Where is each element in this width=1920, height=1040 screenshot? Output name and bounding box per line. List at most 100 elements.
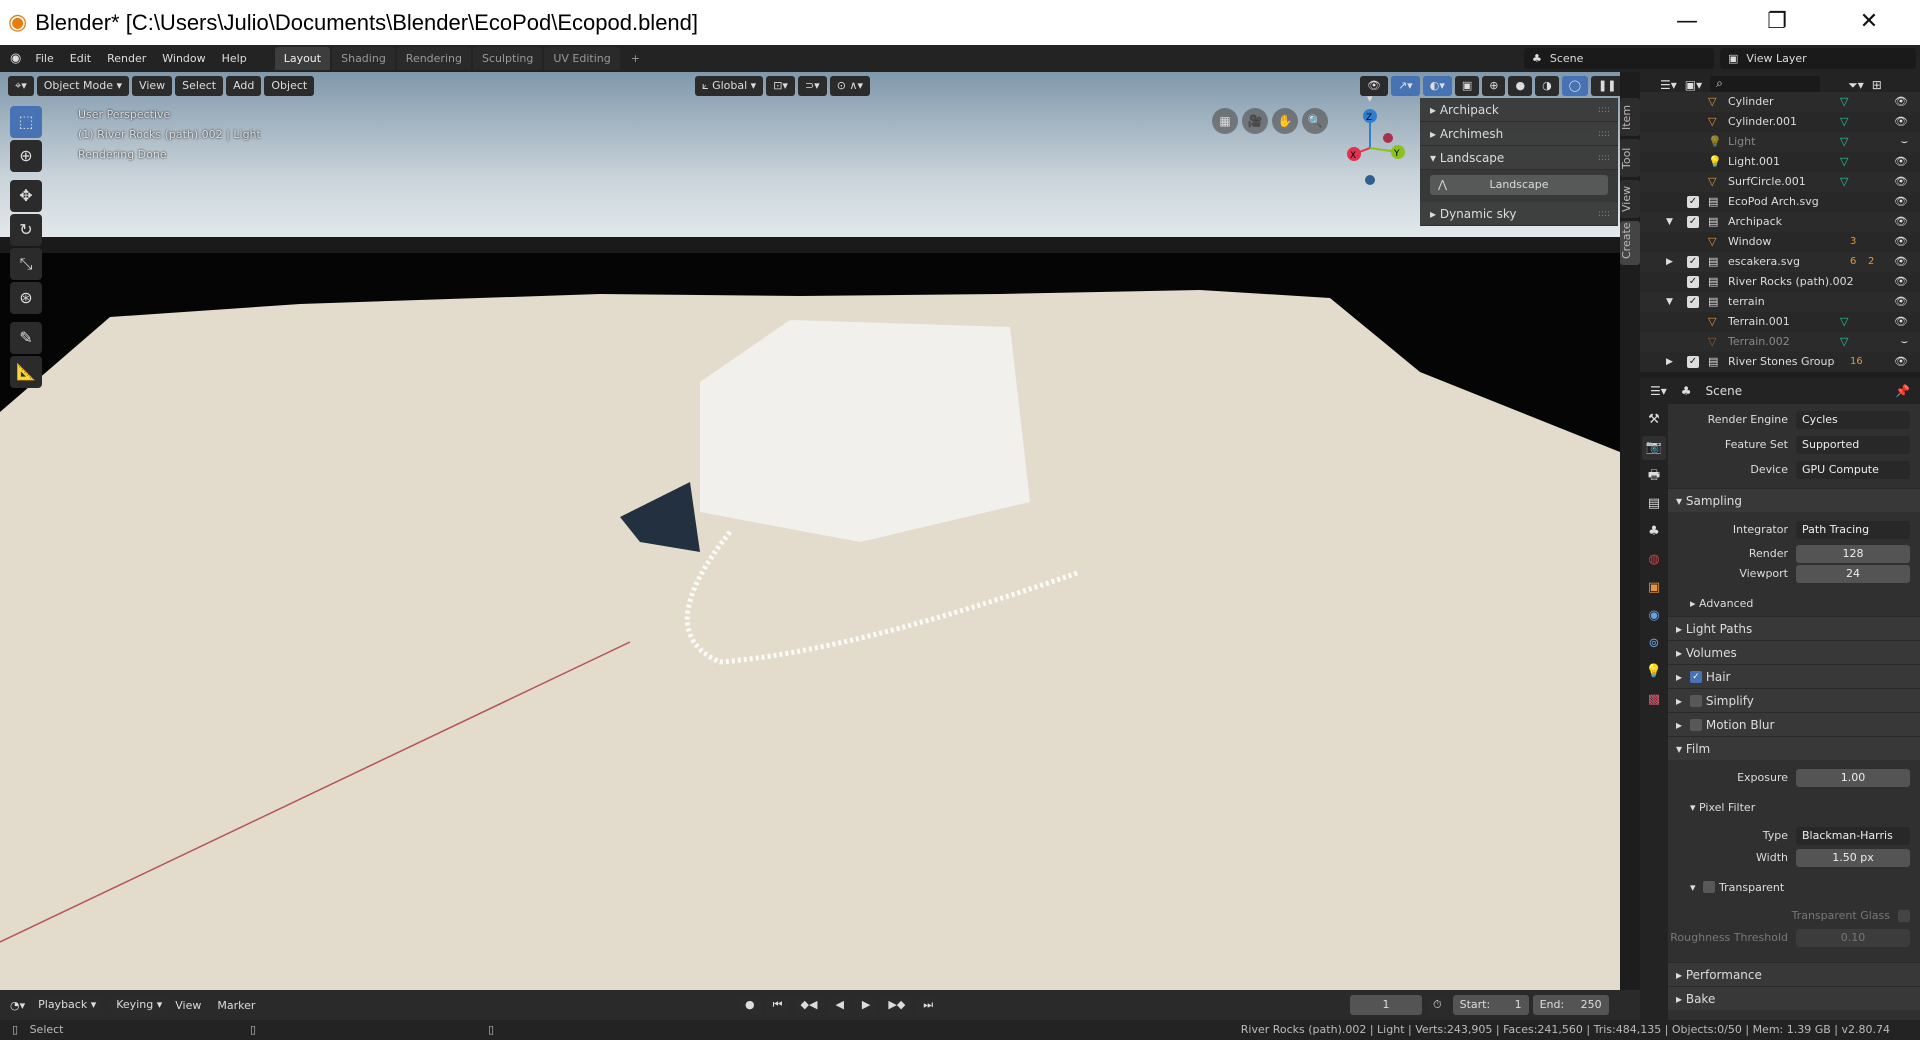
output-tab-icon[interactable]: 🖶 xyxy=(1642,464,1666,488)
mode-selector[interactable]: Object Mode ▾ xyxy=(36,76,130,96)
overlay-toggle-button[interactable]: ◐▾ xyxy=(1422,76,1452,96)
timeline-view-menu[interactable]: View xyxy=(175,999,201,1012)
tab-rendering[interactable]: Rendering xyxy=(396,47,471,70)
annotate-tool-icon[interactable]: ✎ xyxy=(10,322,42,354)
exclude-checkbox[interactable]: ✓ xyxy=(1687,296,1699,308)
tab-view[interactable]: View xyxy=(1620,180,1640,218)
next-keyframe-button[interactable]: ▶◆ xyxy=(881,995,913,1015)
pause-render-button[interactable]: ❚❚ xyxy=(1591,76,1620,96)
eye-icon[interactable]: 👁 xyxy=(1894,152,1908,172)
tab-layout[interactable]: Layout xyxy=(274,47,331,70)
record-button[interactable]: ● xyxy=(738,995,762,1015)
move-tool-icon[interactable]: ✥ xyxy=(10,180,42,212)
measure-tool-icon[interactable]: 📐 xyxy=(10,356,42,388)
exclude-checkbox[interactable]: ✓ xyxy=(1687,196,1699,208)
object-tab-icon[interactable]: ▣ xyxy=(1642,576,1666,600)
eye-icon[interactable]: 👁 xyxy=(1894,272,1908,292)
constraints-tab-icon[interactable]: ⊚ xyxy=(1642,632,1666,656)
world-tab-icon[interactable]: ◍ xyxy=(1642,548,1666,572)
exclude-checkbox[interactable]: ✓ xyxy=(1687,216,1699,228)
shading-material-button[interactable]: ◑ xyxy=(1535,76,1559,96)
jump-start-button[interactable]: ⏮ xyxy=(765,995,790,1015)
outliner-row[interactable]: ▶ ✓ ▤ escakera.svg 6 2 👁 xyxy=(1640,252,1920,272)
motion-blur-checkbox[interactable] xyxy=(1689,718,1702,731)
panel-archipack[interactable]: ▸ Archipack:::: xyxy=(1420,98,1618,122)
bake-panel-header[interactable]: ▸ Bake xyxy=(1668,986,1920,1010)
navigation-gizmo[interactable]: Z Y X xyxy=(1330,108,1410,188)
pin-icon[interactable]: 📌 xyxy=(1895,384,1910,398)
transform-tool-icon[interactable]: ⊛ xyxy=(10,282,42,314)
jump-end-button[interactable]: ⏭ xyxy=(916,995,941,1015)
zoom-view-icon[interactable]: 🔍 xyxy=(1302,108,1328,134)
hidden-icon[interactable]: ⌣ xyxy=(1901,132,1908,152)
eye-icon[interactable]: 👁 xyxy=(1894,172,1908,192)
tab-shading[interactable]: Shading xyxy=(332,47,395,70)
eye-icon[interactable]: 👁 xyxy=(1894,352,1908,372)
eye-icon[interactable]: 👁 xyxy=(1894,92,1908,112)
select-box-tool-icon[interactable]: ⬚ xyxy=(10,106,42,138)
exclude-checkbox[interactable]: ✓ xyxy=(1687,276,1699,288)
proportional-editing-button[interactable]: ⊙ ∧▾ xyxy=(829,76,871,96)
expand-right-icon[interactable]: ▶ xyxy=(1666,352,1673,372)
tab-create[interactable]: Create xyxy=(1620,221,1640,265)
outliner-row[interactable]: ▼ ✓ ▤ terrain 👁 xyxy=(1640,292,1920,312)
render-engine-dropdown[interactable]: Cycles xyxy=(1796,411,1910,429)
xray-button[interactable]: ▣ xyxy=(1454,76,1480,96)
outliner-row[interactable]: 💡 Light ▽ ⌣ xyxy=(1640,132,1920,152)
outliner-row[interactable]: ▶ ✓ ▤ River Stones Group 16 👁 xyxy=(1640,352,1920,372)
object-data-tab-icon[interactable]: 💡 xyxy=(1642,660,1666,684)
editor-type-button[interactable]: ⌖▾ xyxy=(8,76,34,96)
maximize-button[interactable]: ❐ xyxy=(1754,6,1800,38)
tab-sculpting[interactable]: Sculpting xyxy=(472,47,543,70)
3d-viewport[interactable]: ⌖▾ Object Mode ▾ View Select Add Object … xyxy=(0,72,1620,990)
play-button[interactable]: ▶ xyxy=(854,995,878,1015)
device-dropdown[interactable]: GPU Compute xyxy=(1796,461,1910,479)
expand-down-icon[interactable]: ▼ xyxy=(1666,292,1673,312)
render-samples-field[interactable]: 128 xyxy=(1796,545,1910,563)
menu-render[interactable]: Render xyxy=(99,52,154,65)
pan-view-icon[interactable]: ✋ xyxy=(1272,108,1298,134)
outliner-row[interactable]: ▽ Terrain.001 ▽ 👁 xyxy=(1640,312,1920,332)
current-frame-field[interactable]: 1 xyxy=(1350,995,1422,1015)
menu-edit[interactable]: Edit xyxy=(62,52,99,65)
simplify-panel-header[interactable]: ▸ Simplify xyxy=(1668,688,1920,712)
minimize-button[interactable]: — xyxy=(1664,6,1710,38)
feature-set-dropdown[interactable]: Supported xyxy=(1796,436,1910,454)
eye-icon[interactable]: 👁 xyxy=(1894,192,1908,212)
scale-tool-icon[interactable]: ⤡ xyxy=(10,248,42,280)
prev-keyframe-button[interactable]: ◆◀ xyxy=(793,995,825,1015)
menu-file[interactable]: File xyxy=(27,52,61,65)
visibility-button[interactable]: 👁▾ xyxy=(1360,76,1388,105)
shading-wireframe-button[interactable]: ⊕ xyxy=(1482,76,1506,96)
outliner-row[interactable]: ▽ Window 3 👁 xyxy=(1640,232,1920,252)
object-menu[interactable]: Object xyxy=(264,76,315,96)
exclude-checkbox[interactable]: ✓ xyxy=(1687,356,1699,368)
scene-tab-icon[interactable]: ♣ xyxy=(1642,520,1666,544)
blender-menu-icon[interactable]: ◉ xyxy=(10,51,21,66)
hair-panel-header[interactable]: ▸ ✓ Hair xyxy=(1668,664,1920,688)
playback-menu[interactable]: Playback ▾ xyxy=(31,995,104,1015)
outliner-row[interactable]: ▽ SurfCircle.001 ▽ 👁 xyxy=(1640,172,1920,192)
view-layer-selector[interactable]: ▣ View Layer xyxy=(1720,48,1916,69)
texture-tab-icon[interactable]: ▩ xyxy=(1642,688,1666,712)
pixel-filter-subpanel[interactable]: ▾ Pixel Filter xyxy=(1668,796,1920,820)
panel-archimesh[interactable]: ▸ Archimesh:::: xyxy=(1420,122,1618,146)
new-collection-icon[interactable]: ⊞ xyxy=(1872,78,1882,92)
display-mode-icon[interactable]: ☰▾ xyxy=(1660,78,1677,92)
hidden-icon[interactable]: ⌣ xyxy=(1901,332,1908,352)
gizmo-toggle-button[interactable]: ↗▾ xyxy=(1390,76,1420,96)
start-frame-field[interactable]: Start: 1 xyxy=(1452,995,1529,1015)
transparent-checkbox[interactable] xyxy=(1703,881,1716,893)
panel-dynamic-sky[interactable]: ▸ Dynamic sky:::: xyxy=(1420,202,1618,226)
outliner-row[interactable]: ✓ ▤ EcoPod Arch.svg 👁 xyxy=(1640,192,1920,212)
light-paths-panel-header[interactable]: ▸ Light Paths xyxy=(1668,616,1920,640)
outliner-row[interactable]: ▽ Terrain.002 ▽ ⌣ xyxy=(1640,332,1920,352)
eye-icon[interactable]: 👁 xyxy=(1894,252,1908,272)
exclude-checkbox[interactable]: ✓ xyxy=(1687,256,1699,268)
eye-icon[interactable]: 👁 xyxy=(1894,112,1908,132)
transparent-subpanel[interactable]: ▾ Transparent xyxy=(1668,876,1920,900)
eye-icon[interactable]: 👁 xyxy=(1894,312,1908,332)
sampling-panel-header[interactable]: ▾ Sampling xyxy=(1668,488,1920,512)
cursor-tool-icon[interactable]: ⊕ xyxy=(10,140,42,172)
expand-right-icon[interactable]: ▶ xyxy=(1666,252,1673,272)
